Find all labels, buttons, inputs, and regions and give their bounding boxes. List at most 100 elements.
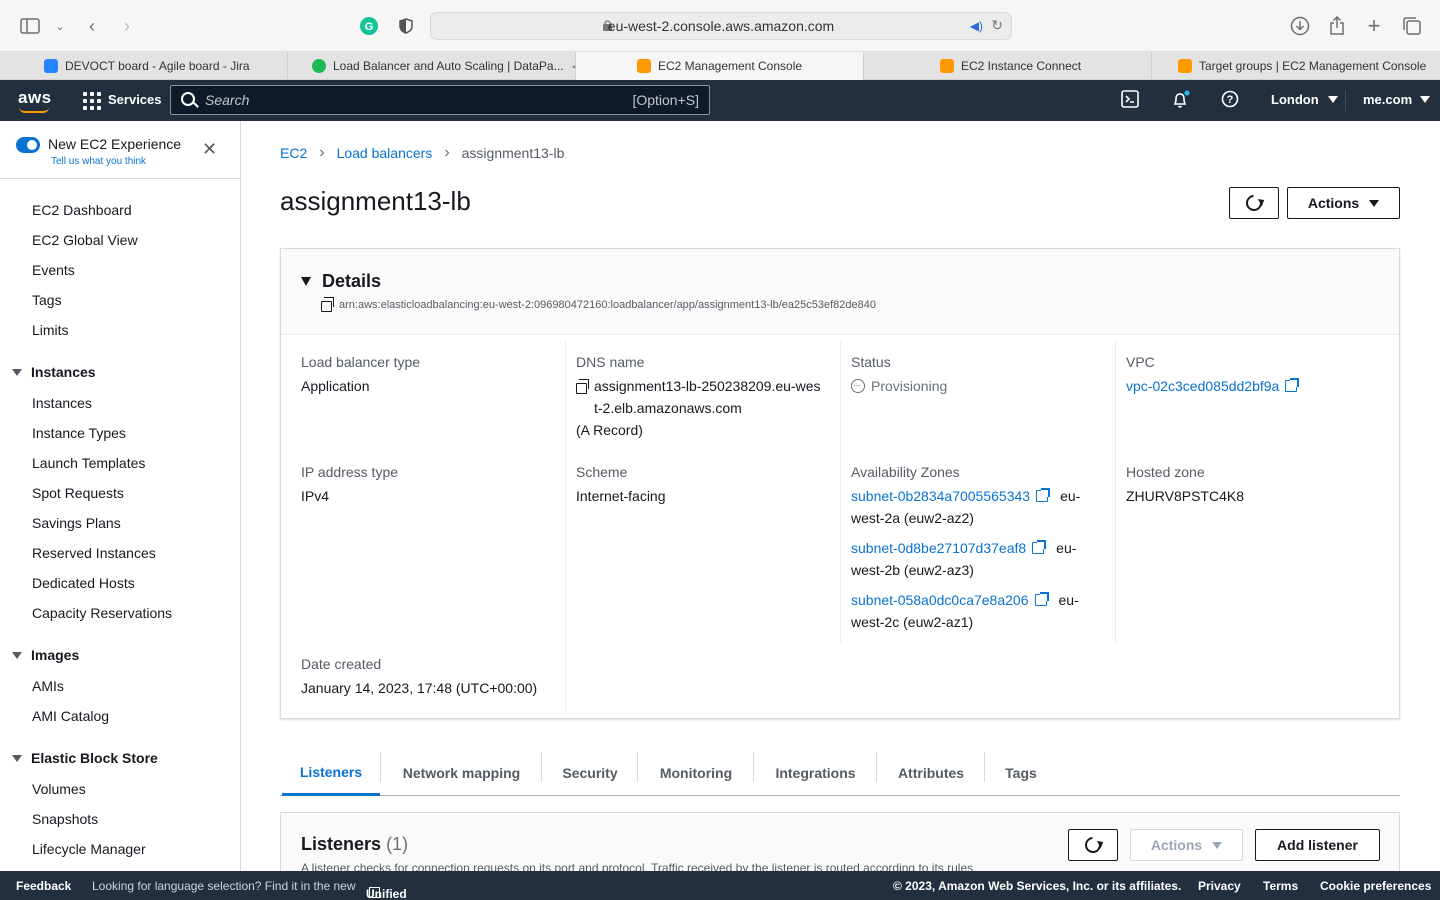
account-menu[interactable]: me.com <box>1363 92 1431 107</box>
tab-listeners[interactable]: Listeners <box>282 750 380 796</box>
search-placeholder: Search <box>205 92 250 108</box>
close-icon[interactable]: ✕ <box>202 140 217 158</box>
sidebar-divider <box>0 178 240 179</box>
caret-down-icon <box>1420 96 1431 103</box>
sidebar-item-launch-templates[interactable]: Launch Templates <box>32 455 145 471</box>
copy-icon[interactable] <box>576 379 589 394</box>
new-experience-toggle[interactable] <box>16 137 40 153</box>
tab-overview-icon[interactable] <box>1400 14 1424 38</box>
new-tab-icon[interactable]: + <box>1362 13 1386 38</box>
sidebar-section-images[interactable]: Images <box>12 647 79 663</box>
shield-icon[interactable] <box>394 14 418 38</box>
grammarly-icon[interactable]: G <box>357 14 381 38</box>
privacy-link[interactable]: Privacy <box>1198 879 1241 893</box>
tab-monitoring[interactable]: Monitoring <box>638 750 754 796</box>
column-divider <box>1115 341 1116 643</box>
scheme-value: Internet-facing <box>576 488 666 504</box>
add-listener-button[interactable]: Add listener <box>1255 829 1380 861</box>
cloudshell-icon[interactable] <box>1121 90 1139 111</box>
listeners-actions-button[interactable]: Actions <box>1130 829 1243 861</box>
feedback-link[interactable]: Feedback <box>16 879 71 893</box>
tab-security[interactable]: Security <box>542 750 638 796</box>
browser-tab-target-groups[interactable]: Target groups | EC2 Management Console <box>1152 52 1440 80</box>
az-zone: eu- <box>1060 488 1081 504</box>
search-input[interactable]: Search [Option+S] <box>170 85 710 115</box>
sidebar-item-instance-types[interactable]: Instance Types <box>32 425 126 441</box>
notifications-bell-icon[interactable] <box>1171 90 1191 113</box>
sidebar-item-tags[interactable]: Tags <box>32 292 62 308</box>
download-icon[interactable] <box>1288 14 1312 38</box>
copyright: © 2023, Amazon Web Services, Inc. or its… <box>893 879 1182 893</box>
actions-label: Actions <box>1150 837 1203 853</box>
add-listener-label: Add listener <box>1277 837 1358 853</box>
share-icon[interactable] <box>1325 14 1349 38</box>
status-label: Status <box>851 354 891 370</box>
details-panel: Details arn:aws:elasticloadbalancing:eu-… <box>280 248 1400 719</box>
browser-tab-jira[interactable]: DEVOCT board - Agile board - Jira <box>0 52 288 80</box>
sidebar-item-limits[interactable]: Limits <box>32 322 69 338</box>
sidebar-item-snapshots[interactable]: Snapshots <box>32 811 98 827</box>
subnet-link[interactable]: subnet-0d8be27107d37eaf8 <box>851 540 1026 556</box>
cookie-preferences-link[interactable]: Cookie preferences <box>1320 879 1431 893</box>
scheme-label: Scheme <box>576 464 628 480</box>
sidebar-section-instances[interactable]: Instances <box>12 364 96 380</box>
actions-button[interactable]: Actions <box>1287 187 1400 219</box>
listeners-refresh-button[interactable] <box>1068 829 1118 861</box>
sidebar-item-spot-requests[interactable]: Spot Requests <box>32 485 124 501</box>
help-icon[interactable]: ? <box>1221 90 1239 111</box>
breadcrumb-load-balancers[interactable]: Load balancers <box>337 145 433 161</box>
subnet-link[interactable]: subnet-058a0dc0ca7e8a206 <box>851 592 1029 608</box>
tab-attributes[interactable]: Attributes <box>877 750 985 796</box>
refresh-button[interactable] <box>1229 187 1279 219</box>
subnet-link[interactable]: subnet-0b2834a7005565343 <box>851 488 1030 504</box>
sidebar-item-savings-plans[interactable]: Savings Plans <box>32 515 121 531</box>
sidebar-item-ec2-global-view[interactable]: EC2 Global View <box>32 232 138 248</box>
address-bar[interactable]: eu-west-2.console.aws.amazon.com ◀) ↻ <box>430 12 1012 40</box>
caret-down-icon <box>1327 96 1338 103</box>
chevron-down-icon[interactable]: ⌄ <box>48 14 72 38</box>
content-tabs: Listeners Network mapping Security Monit… <box>280 750 1400 796</box>
sidebar-item-events[interactable]: Events <box>32 262 75 278</box>
vpc-link[interactable]: vpc-02c3ced085dd2bf9a <box>1126 378 1279 394</box>
sidebar-item-amis[interactable]: AMIs <box>32 678 64 694</box>
page-title: assignment13-lb <box>280 186 471 216</box>
services-grid-icon[interactable] <box>83 92 101 110</box>
browser-tab-datapa[interactable]: Load Balancer and Auto Scaling | DataPa.… <box>288 52 576 80</box>
tab-integrations[interactable]: Integrations <box>754 750 877 796</box>
terms-link[interactable]: Terms <box>1263 879 1298 893</box>
external-link-icon <box>1036 488 1051 502</box>
sidebar-item-reserved-instances[interactable]: Reserved Instances <box>32 545 156 561</box>
tab-label: EC2 Instance Connect <box>961 59 1082 73</box>
breadcrumb: EC2 › Load balancers › assignment13-lb <box>280 144 564 162</box>
external-link-icon <box>1034 592 1049 606</box>
sidebar-item-lifecycle-manager[interactable]: Lifecycle Manager <box>32 841 146 857</box>
pending-icon <box>851 375 865 397</box>
browser-tab-ec2-console[interactable]: EC2 Management Console <box>576 52 864 80</box>
back-icon[interactable]: ‹ <box>80 14 104 38</box>
sidebar-item-capacity-reservations[interactable]: Capacity Reservations <box>32 605 172 621</box>
browser-tab-instance-connect[interactable]: EC2 Instance Connect <box>864 52 1152 80</box>
tab-label: DEVOCT board - Agile board - Jira <box>65 59 250 73</box>
aws-logo[interactable]: aws <box>18 88 52 108</box>
reload-icon[interactable]: ↻ <box>991 17 1003 34</box>
feedback-link[interactable]: Tell us what you think <box>51 156 146 167</box>
breadcrumb-ec2[interactable]: EC2 <box>280 145 307 161</box>
caret-down-icon <box>1369 199 1380 207</box>
region-selector[interactable]: London <box>1271 92 1338 107</box>
sidebar-item-volumes[interactable]: Volumes <box>32 781 86 797</box>
tab-network-mapping[interactable]: Network mapping <box>381 750 542 796</box>
sidebar-item-dedicated-hosts[interactable]: Dedicated Hosts <box>32 575 135 591</box>
sidebar-item-ec2-dashboard[interactable]: EC2 Dashboard <box>32 202 132 218</box>
az-item: subnet-0d8be27107d37eaf8 eu- west-2b (euw… <box>851 537 1101 581</box>
services-menu[interactable]: Services <box>108 92 162 107</box>
speaker-icon[interactable]: ◀) <box>970 19 983 33</box>
copy-icon[interactable] <box>321 297 334 312</box>
sidebar-section-elastic-block-store[interactable]: Elastic Block Store <box>12 750 158 766</box>
sidebar-toggle-icon[interactable] <box>18 14 42 38</box>
tab-tags[interactable]: Tags <box>985 750 1057 796</box>
caret-down-icon <box>12 754 22 762</box>
forward-icon[interactable]: › <box>115 14 139 38</box>
details-toggle[interactable]: Details <box>301 271 381 292</box>
sidebar-item-ami-catalog[interactable]: AMI Catalog <box>32 708 109 724</box>
sidebar-item-instances[interactable]: Instances <box>32 395 92 411</box>
